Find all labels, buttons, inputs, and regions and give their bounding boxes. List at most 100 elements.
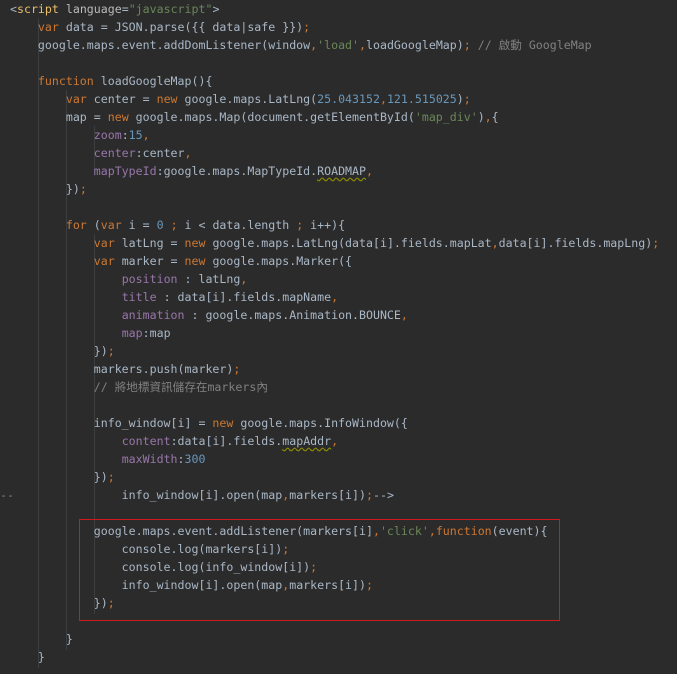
code-token: ; (463, 92, 471, 106)
code-token: :map (142, 326, 171, 340)
code-token: , (142, 128, 150, 142)
code-token: , (331, 434, 339, 448)
code-token: 25.043152 (317, 92, 380, 106)
code-token: new (156, 92, 185, 106)
code-token: var (65, 92, 94, 106)
code-token: // 將地標資訊儲存在markers內 (93, 380, 268, 394)
code-token: var (37, 20, 66, 34)
code-token: map (121, 326, 143, 340)
code-line: } (10, 648, 45, 666)
code-token: google.maps.Marker({ (212, 254, 353, 268)
code-token: function (37, 74, 101, 88)
code-token: :data[i].fields. (170, 434, 283, 448)
code-token: :center (135, 146, 185, 160)
code-token: ; (107, 344, 115, 358)
code-token: center (93, 146, 136, 160)
code-token: marker = (121, 254, 185, 268)
code-line: map:map (10, 324, 171, 342)
code-token: title (121, 290, 157, 304)
code-token: { (491, 110, 499, 124)
code-line: content:data[i].fields.mapAddr, (10, 432, 338, 450)
code-token: ; (170, 218, 178, 232)
code-token: position (121, 272, 178, 286)
code-token: ) (477, 110, 485, 124)
code-token: animation (121, 308, 185, 322)
code-token: content (121, 434, 171, 448)
code-line: animation : google.maps.Animation.BOUNCE… (10, 306, 408, 324)
code-token: ; (79, 182, 87, 196)
code-token: 0 (156, 218, 164, 232)
code-token: :google.maps.MapTypeId. (156, 164, 318, 178)
code-token: , (331, 290, 339, 304)
code-token: --> (372, 488, 394, 502)
code-token: } (10, 632, 73, 646)
code-line: markers.push(marker); (10, 360, 241, 378)
code-token: , (240, 272, 248, 286)
code-token: google.maps.Map(document.getElementById( (135, 110, 415, 124)
code-line: google.maps.event.addDomListener(window,… (10, 36, 592, 54)
code-token: ; (107, 470, 115, 484)
code-token: map = (10, 110, 108, 124)
code-token: maxWidth (121, 452, 178, 466)
code-token: // 啟動 GoogleMap (470, 38, 592, 52)
code-line: var marker = new google.maps.Marker({ (10, 252, 352, 270)
code-token: script (16, 2, 59, 16)
code-line: map = new google.maps.Map(document.getEl… (10, 108, 499, 126)
code-line: info_window[i] = new google.maps.InfoWin… (10, 414, 408, 432)
code-line: for (var i = 0 ; i < data.length ; i++){ (10, 216, 345, 234)
code-token: var (93, 254, 122, 268)
code-token: "javascript" (128, 2, 213, 16)
code-token: new (212, 416, 241, 430)
code-token: language (65, 2, 122, 16)
code-token: loadGoogleMap(){ (100, 74, 213, 88)
fold-marker: -- (0, 488, 14, 502)
code-token: var (100, 218, 129, 232)
code-line: function loadGoogleMap(){ (10, 72, 213, 90)
code-line: }); (10, 468, 115, 486)
code-line: var latLng = new google.maps.LatLng(data… (10, 234, 659, 252)
code-line: <script language="javascript"> (10, 0, 219, 18)
code-token: center = (93, 92, 157, 106)
code-line: } (10, 630, 73, 648)
code-token: 300 (184, 452, 206, 466)
code-token: } (10, 650, 45, 664)
code-token: }) (10, 182, 80, 196)
code-token: var (93, 236, 122, 250)
code-token: 'map_div' (414, 110, 478, 124)
code-line: zoom:15, (10, 126, 150, 144)
code-token: , (366, 164, 373, 178)
code-token: loadGoogleMap) (366, 38, 464, 52)
code-token: ) (456, 92, 464, 106)
code-token: new (184, 254, 213, 268)
code-line: }); (10, 180, 87, 198)
code-token: 15 (128, 128, 143, 142)
code-editor[interactable]: <script language="javascript"> var data … (0, 0, 677, 674)
code-line: position : latLng, (10, 270, 248, 288)
code-token: : (121, 128, 129, 142)
code-token: ; (366, 488, 373, 502)
code-token: , (400, 308, 408, 322)
code-token: data = JSON.parse({{ data|safe }}) (65, 20, 304, 34)
code-token: : google.maps.Animation.BOUNCE (184, 308, 401, 322)
code-line: }); (10, 342, 115, 360)
code-token: ( (93, 218, 101, 232)
code-token: = (121, 2, 129, 16)
code-line: -- info_window[i].open(map,markers[i]);-… (0, 486, 394, 504)
code-token: : (177, 452, 185, 466)
code-token: new (184, 236, 213, 250)
code-token: ROADMAP (317, 164, 367, 178)
code-token: ; (303, 20, 311, 34)
